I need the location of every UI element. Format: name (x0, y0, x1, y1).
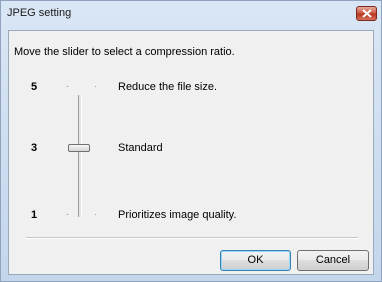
description-reduce-size: Reduce the file size. (118, 81, 218, 93)
ok-button[interactable]: OK (220, 250, 291, 271)
jpeg-setting-dialog: JPEG setting Move the slider to select a… (0, 0, 382, 282)
tick-mark: - (66, 81, 69, 91)
dialog-body: Move the slider to select a compression … (8, 30, 374, 275)
tick-label-5: 5 (31, 81, 38, 93)
separator (26, 237, 358, 239)
close-icon (362, 9, 372, 18)
description-standard: Standard (118, 142, 163, 154)
close-button[interactable] (356, 6, 377, 21)
instruction-text: Move the slider to select a compression … (14, 46, 235, 58)
cancel-button[interactable]: Cancel (297, 250, 369, 271)
window-title: JPEG setting (7, 7, 72, 19)
description-quality: Prioritizes image quality. (118, 209, 237, 221)
tick-label-3: 3 (31, 142, 38, 154)
tick-mark: - (66, 209, 69, 219)
tick-mark: · (94, 209, 97, 219)
title-bar[interactable]: JPEG setting (1, 1, 381, 27)
tick-label-1: 1 (31, 209, 38, 221)
compression-slider-track[interactable] (78, 95, 82, 217)
compression-slider-thumb[interactable] (68, 144, 90, 152)
tick-mark: · (94, 81, 97, 91)
